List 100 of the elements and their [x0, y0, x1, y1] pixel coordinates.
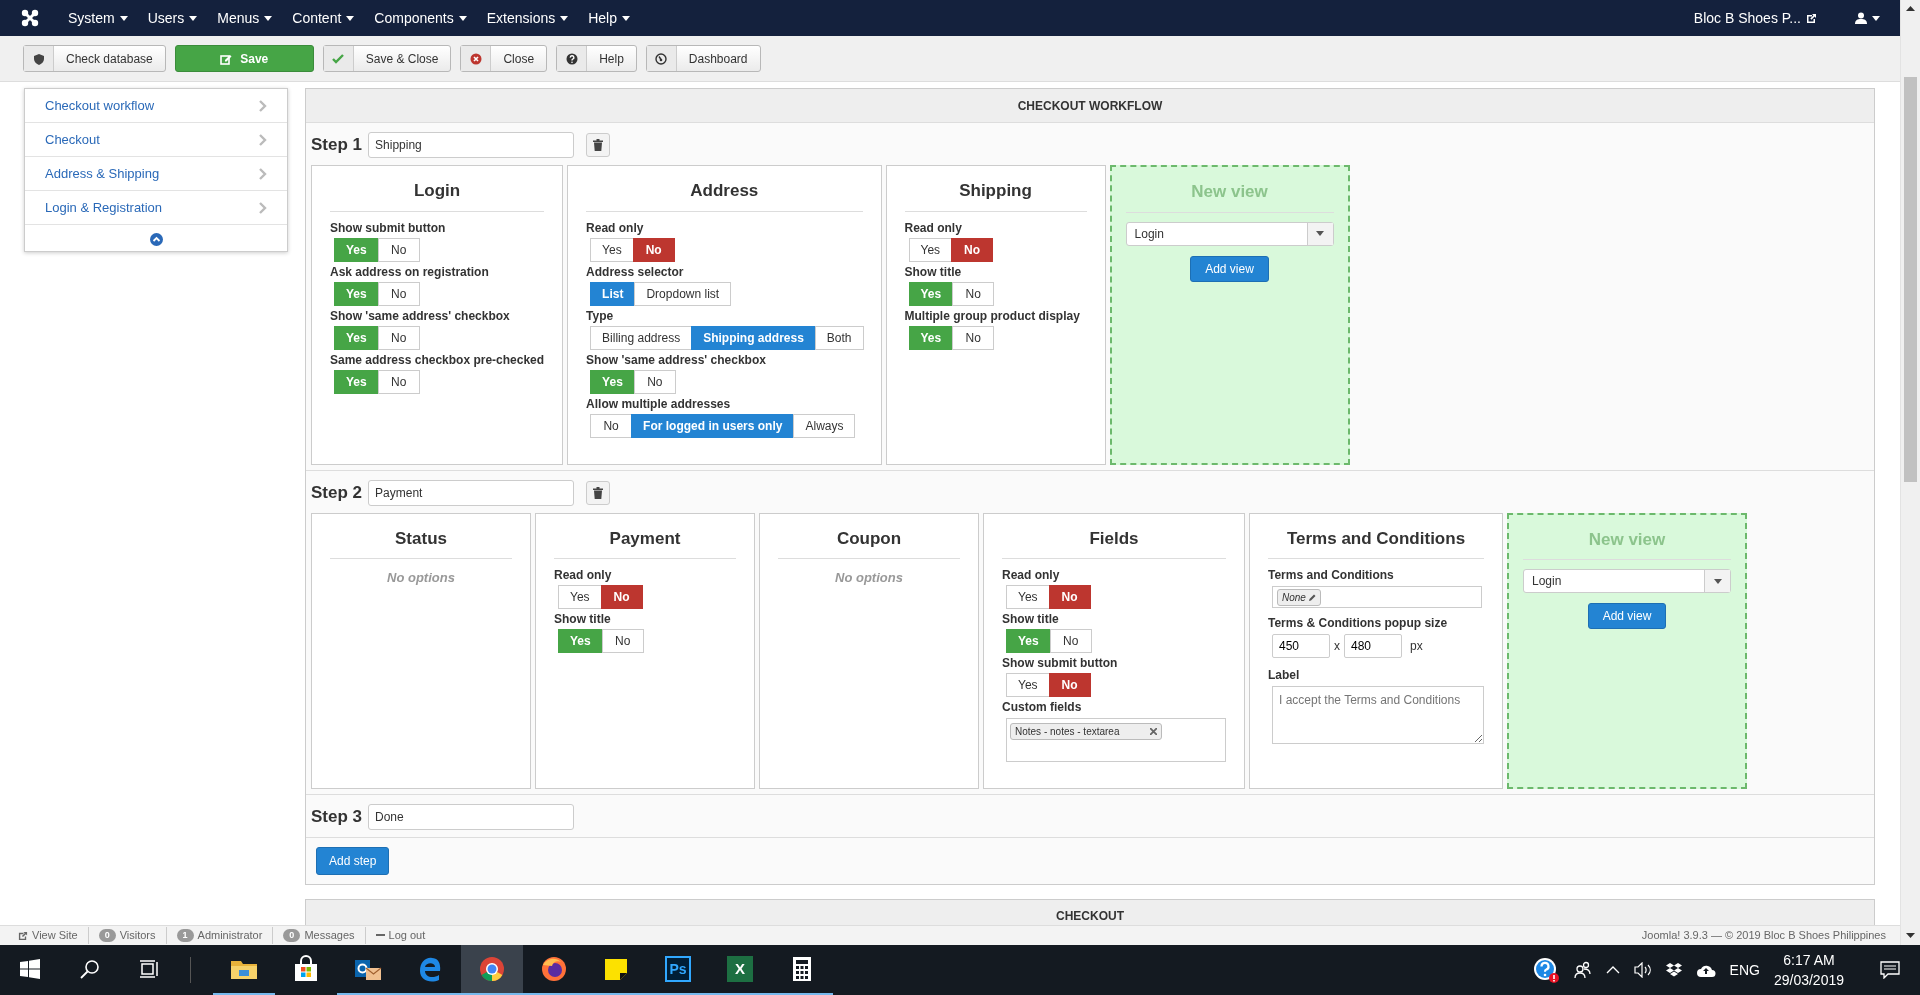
sidebar-item[interactable]: Login & Registration	[25, 191, 287, 225]
caret-icon	[189, 15, 198, 21]
view-title: Status	[330, 513, 512, 559]
toolbar-button[interactable]: Check database	[23, 45, 166, 72]
toggle-option[interactable]: For logged in users only	[631, 413, 795, 438]
shopping-bag-icon	[292, 955, 320, 983]
taskbar-app-button[interactable]	[461, 945, 523, 995]
toggle-option[interactable]: Yes	[1006, 585, 1050, 609]
toggle-option[interactable]: No	[1048, 585, 1091, 609]
toggle-option[interactable]: No	[952, 281, 995, 306]
toggle-option[interactable]: No	[377, 281, 420, 306]
delete-step-button[interactable]	[586, 480, 611, 505]
menu-dropdown[interactable]: Extensions	[476, 7, 579, 29]
toolbar-button[interactable]: Close	[460, 45, 548, 72]
width-field[interactable]: 450	[1272, 634, 1330, 658]
chevron-up-icon[interactable]	[1605, 966, 1620, 974]
clock-time[interactable]: 6:17 AM	[1773, 950, 1844, 970]
people-icon[interactable]	[1573, 961, 1592, 979]
delete-step-button[interactable]	[586, 133, 611, 157]
caret-icon	[119, 15, 128, 21]
logout-link[interactable]: Log out	[365, 927, 436, 944]
toolbar-button[interactable]: Save & Close	[322, 45, 452, 72]
tag-chip[interactable]: Notes - notes - textarea	[1010, 723, 1162, 740]
option-label: Read only	[586, 220, 645, 236]
help-icon[interactable]	[1531, 956, 1560, 984]
option-label: Type	[586, 308, 615, 324]
toggle-option[interactable]: No	[377, 237, 420, 262]
notification-icon[interactable]	[1880, 961, 1900, 979]
toggle-option[interactable]: List	[590, 281, 636, 306]
sidebar-item[interactable]: Checkout	[25, 123, 287, 157]
trash-icon	[593, 139, 604, 151]
menu-dropdown[interactable]: Help	[578, 7, 640, 29]
cloud-icon[interactable]	[1695, 963, 1716, 977]
clock-date[interactable]: 29/03/2019	[1773, 970, 1844, 990]
toolbar-button[interactable]: Help	[556, 45, 637, 72]
toolbar-button[interactable]: Dashboard	[645, 45, 761, 72]
toggle-option[interactable]: Always	[793, 413, 856, 438]
unit-label: px	[1410, 638, 1423, 655]
site-link[interactable]: Bloc B Shoes P...	[1683, 7, 1827, 29]
toggle-option[interactable]: Shipping address	[691, 325, 816, 350]
logo-icon[interactable]	[20, 8, 40, 28]
close-icon	[469, 52, 482, 65]
pencil-icon	[1308, 593, 1316, 601]
windows-icon[interactable]	[20, 959, 40, 979]
toggle-option[interactable]: Both	[814, 325, 864, 350]
task-view-icon[interactable]	[140, 959, 160, 979]
speaker-icon[interactable]	[1633, 962, 1652, 978]
toggle-option[interactable]: Yes	[908, 237, 953, 262]
language-indicator[interactable]: ENG	[1729, 959, 1760, 981]
add-view-button[interactable]: Add view	[1587, 603, 1667, 629]
toggle-option[interactable]: No	[377, 369, 420, 394]
height-field[interactable]: 480	[1344, 634, 1402, 658]
toggle-option[interactable]: No	[632, 237, 675, 262]
edit-icon	[220, 52, 233, 65]
sidebar-item[interactable]: Checkout workflow	[25, 89, 287, 123]
add-step-button[interactable]: Add step	[316, 847, 390, 875]
taskbar-app-button[interactable]: Ps	[647, 945, 709, 995]
browser-icon	[478, 955, 506, 983]
toggle-option[interactable]: No	[951, 237, 994, 262]
tags-field[interactable]: Notes - notes - textarea	[1006, 718, 1226, 762]
view-site-link[interactable]: View Site	[8, 927, 89, 944]
toggle-option[interactable]: No	[600, 585, 643, 609]
toggle-option[interactable]: No	[377, 325, 420, 350]
toggle-option[interactable]: Yes	[558, 585, 602, 609]
label-field[interactable]: I accept the Terms and Conditions	[1272, 686, 1484, 744]
scrollbar[interactable]	[1900, 0, 1920, 945]
menu-dropdown[interactable]: Users	[137, 7, 208, 29]
toggle-option[interactable]: No	[1049, 629, 1092, 653]
modal-select-field[interactable]: None	[1272, 586, 1482, 608]
toggle-option[interactable]: Billing address	[590, 325, 693, 350]
toggle-option[interactable]: No	[601, 629, 644, 653]
chevron-right-icon	[259, 133, 267, 146]
sidebar-item[interactable]: Address & Shipping	[25, 157, 287, 191]
remove-icon[interactable]	[1149, 728, 1157, 735]
step-name-field[interactable]: Shipping	[368, 132, 575, 158]
menu-dropdown[interactable]: Menus	[207, 7, 283, 29]
shield-icon	[32, 52, 45, 65]
menu-dropdown[interactable]: Content	[282, 7, 365, 29]
toggle-option[interactable]: No	[1048, 673, 1091, 697]
taskbar-app-button[interactable]: X	[709, 945, 771, 995]
menu-dropdown[interactable]: System	[58, 7, 138, 29]
view-select[interactable]: Login	[1523, 569, 1731, 593]
step-name-field[interactable]: Done	[368, 804, 575, 830]
step-label: Step 1	[311, 134, 363, 157]
copyright-text: Joomla! 3.9.3 — © 2019 Bloc B Shoes Philippines	[1641, 928, 1887, 944]
toggle-option[interactable]: Yes	[590, 237, 634, 262]
toggle-option[interactable]: Dropdown list	[634, 281, 732, 306]
view-select[interactable]: Login	[1125, 221, 1334, 246]
toggle-option[interactable]: No	[952, 325, 995, 350]
toggle-option[interactable]: No	[590, 413, 633, 438]
add-view-button[interactable]: Add view	[1190, 255, 1269, 282]
step-name-field[interactable]: Payment	[368, 479, 575, 506]
collapse-icon[interactable]	[149, 233, 163, 246]
box-icon[interactable]	[1665, 963, 1682, 977]
scrollbar-thumb[interactable]	[1904, 77, 1917, 482]
toggle-option[interactable]: No	[633, 369, 676, 394]
search-icon[interactable]	[80, 959, 100, 979]
toggle-option[interactable]: Yes	[1006, 673, 1050, 697]
menu-dropdown[interactable]: Components	[364, 7, 477, 29]
view-title: Fields	[1002, 513, 1226, 559]
